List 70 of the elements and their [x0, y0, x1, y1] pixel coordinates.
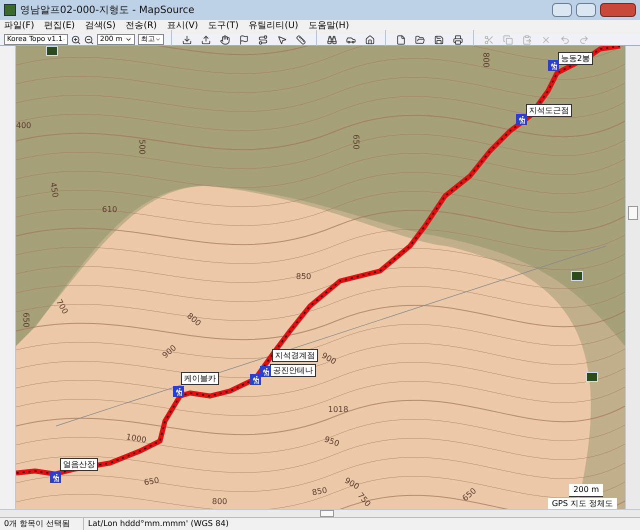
waypoint-label: 공진안테나: [270, 364, 316, 377]
menu-item[interactable]: 편집(E): [44, 20, 75, 34]
vertical-scrollbar[interactable]: [625, 46, 640, 509]
contour-label: 900: [319, 350, 338, 368]
scale-label: 200 m: [569, 484, 603, 497]
status-position-format: Lat/Lon hddd°mm.mmm' (WGS 84): [87, 518, 230, 530]
download-icon[interactable]: [182, 34, 192, 44]
contour-label: 1000: [125, 431, 148, 447]
print-icon[interactable]: [453, 34, 463, 44]
contour-label: 650: [460, 486, 480, 504]
menu-item[interactable]: 유틸리티(U): [248, 20, 298, 34]
contour-label: 800: [480, 52, 492, 68]
contour-label: 850: [311, 484, 328, 500]
upload-icon[interactable]: [201, 34, 211, 44]
menu-item[interactable]: 도구(T): [208, 20, 239, 34]
caret-icon: [125, 36, 132, 43]
close-button[interactable]: [600, 3, 636, 17]
app-icon: [4, 4, 16, 16]
contour-label: 400: [16, 120, 32, 132]
house-icon[interactable]: [365, 34, 375, 44]
contour-label: 610: [102, 204, 118, 216]
poi-icon: [571, 271, 583, 281]
poi-icon: [46, 46, 58, 56]
waypoint-label: 지석도근점: [526, 104, 572, 117]
menu-item[interactable]: 표시(V): [166, 20, 198, 34]
poi-icon: [586, 372, 598, 382]
contour-label: 900: [160, 342, 180, 362]
caret-icon: [155, 36, 161, 43]
new-file-icon[interactable]: [396, 34, 406, 44]
zoom-in-icon[interactable]: [71, 34, 81, 44]
maximize-button[interactable]: [576, 3, 596, 17]
waypoint-label: 얼음산장: [60, 458, 98, 471]
contour-label: 850: [296, 271, 312, 283]
menu-item[interactable]: 도움말(H): [308, 20, 350, 34]
horizontal-scrollbar[interactable]: [0, 509, 640, 517]
waypoint-label: 케이블카: [181, 372, 219, 385]
contour-label: 1018: [328, 404, 348, 416]
menu-item[interactable]: 파일(F): [4, 20, 34, 34]
pointer-icon[interactable]: [277, 34, 287, 44]
contour-label: 450: [47, 181, 61, 199]
menu-item[interactable]: 검색(S): [84, 20, 116, 34]
folder-icon[interactable]: [415, 34, 425, 44]
zoom-out-icon[interactable]: [84, 34, 94, 44]
contour-label: 650: [350, 134, 362, 150]
contour-label: 800: [184, 310, 204, 330]
contour-label: 650: [20, 312, 32, 328]
route-icon[interactable]: [258, 34, 268, 44]
binoculars-icon[interactable]: [327, 34, 337, 44]
status-selection: 0개 항목이 선택됨: [0, 518, 84, 530]
ruler-icon[interactable]: [296, 34, 306, 44]
hiker-icon[interactable]: [516, 114, 527, 125]
hiker-icon[interactable]: [250, 374, 261, 385]
car-icon[interactable]: [346, 34, 356, 44]
contour-label: 950: [322, 434, 341, 450]
contour-label: 500: [136, 139, 148, 155]
window-title: 영남알프02-000-지형도 - MapSource: [20, 4, 194, 18]
hiker-icon[interactable]: [50, 472, 61, 483]
flag-icon[interactable]: [239, 34, 249, 44]
minimize-button[interactable]: [552, 3, 572, 17]
hiker-icon[interactable]: [548, 60, 559, 71]
hand-icon[interactable]: [220, 34, 230, 44]
hiker-icon[interactable]: [173, 386, 184, 397]
contour-label: 650: [143, 474, 160, 490]
map-name-label: GPS 지도 정체도: [548, 498, 617, 509]
save-icon[interactable]: [434, 34, 444, 44]
waypoint-label: 능동2봉: [558, 52, 594, 65]
contour-label: 800: [212, 496, 228, 508]
menu-item[interactable]: 전송(R): [126, 20, 157, 34]
contour-label: 900: [342, 474, 362, 492]
waypoint-label: 지석경계점: [272, 349, 318, 362]
